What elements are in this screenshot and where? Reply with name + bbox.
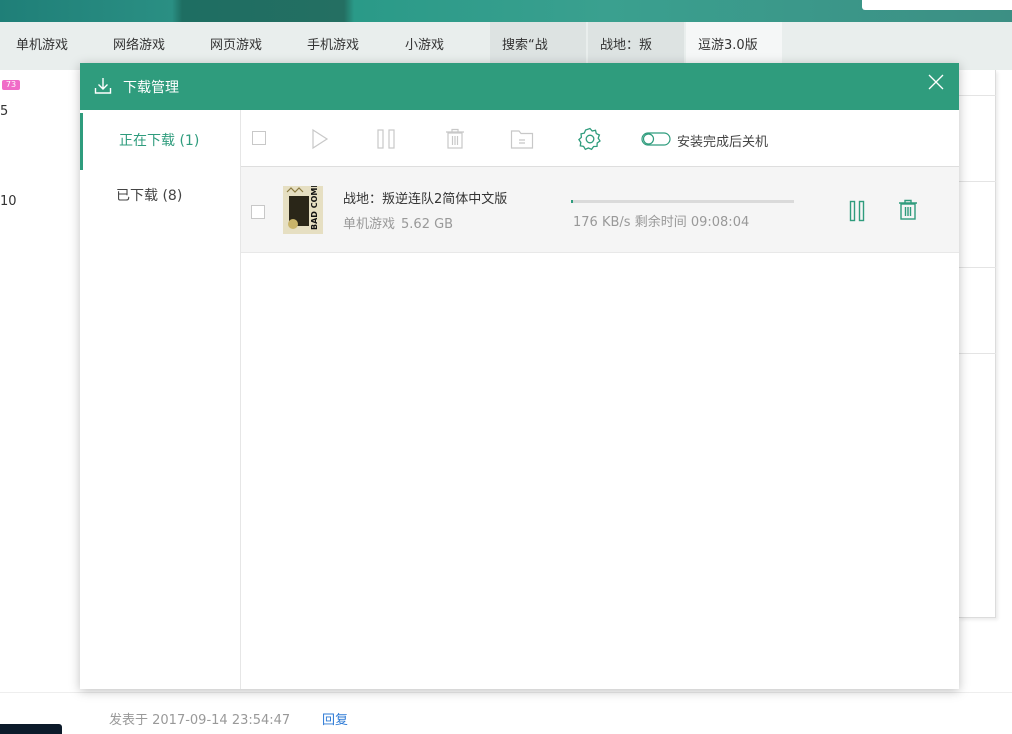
pause-icon[interactable] (376, 128, 396, 150)
notification-badge: 73 (2, 80, 20, 90)
sidebar-item-downloaded[interactable]: 已下载 (8) (80, 169, 240, 223)
row-delete-icon[interactable] (897, 199, 919, 225)
sidebar-item-label: 已下载 (8) (116, 188, 183, 204)
download-sidebar: 正在下载 (1) 已下载 (8) (80, 110, 241, 689)
dialog-title: 下载管理 (123, 80, 179, 96)
play-icon[interactable] (311, 128, 329, 150)
bg-number: 5 (0, 104, 9, 119)
game-name: 战地：叛逆连队2简体中文版 (343, 192, 508, 207)
download-row: BAD COMPANY 战地：叛逆连队2简体中文版 单机游戏 5.62 GB 17… (241, 167, 959, 253)
nav-item-single-player[interactable]: 单机游戏 (16, 22, 68, 70)
download-icon (93, 76, 113, 96)
comment-avatar (0, 724, 62, 734)
remaining-time: 09:08:04 (690, 215, 750, 230)
download-progress-bar (571, 200, 794, 203)
download-manager-dialog: 下载管理 正在下载 (1) 已下载 (8) 安装完成后关机 BAD COMPAN… (80, 63, 959, 689)
game-category: 单机游戏 (343, 217, 396, 232)
bg-number: 10 (0, 194, 17, 209)
game-meta: 单机游戏 5.62 GB (343, 213, 459, 232)
download-speed: 176 KB/s (573, 215, 631, 230)
shutdown-after-install-label[interactable]: 安装完成后关机 (677, 131, 768, 150)
toggle-icon[interactable] (641, 132, 671, 154)
sidebar-item-downloading[interactable]: 正在下载 (1) (80, 113, 240, 170)
download-status: 176 KB/s 剩余时间 09:08:04 (573, 211, 749, 230)
top-header-bar (0, 0, 1012, 22)
dialog-header: 下载管理 (80, 63, 959, 110)
folder-icon[interactable] (510, 128, 534, 150)
game-size: 5.62 GB (401, 217, 454, 232)
row-checkbox[interactable] (251, 205, 265, 219)
post-timestamp: 发表于 2017-09-14 23:54:47 (109, 713, 291, 728)
download-progress-fill (571, 200, 574, 203)
sidebar-item-label: 正在下载 (1) (119, 133, 200, 149)
cover-text: BAD COMPANY (310, 186, 319, 230)
header-search-box[interactable] (862, 0, 1012, 10)
reply-link[interactable]: 回复 (322, 709, 348, 728)
delete-icon[interactable] (444, 128, 466, 150)
settings-icon[interactable] (578, 127, 602, 151)
download-main-panel: 安装完成后关机 BAD COMPANY 战地：叛逆连队2简体中文版 单机游戏 5.… (241, 110, 959, 689)
bg-side-panel (958, 70, 996, 618)
select-all-checkbox[interactable] (252, 131, 266, 153)
close-icon[interactable] (927, 73, 945, 91)
game-cover-image: BAD COMPANY (283, 186, 323, 234)
download-toolbar: 安装完成后关机 (241, 110, 959, 167)
remaining-time-label: 剩余时间 (634, 215, 687, 230)
row-pause-icon[interactable] (849, 200, 865, 226)
